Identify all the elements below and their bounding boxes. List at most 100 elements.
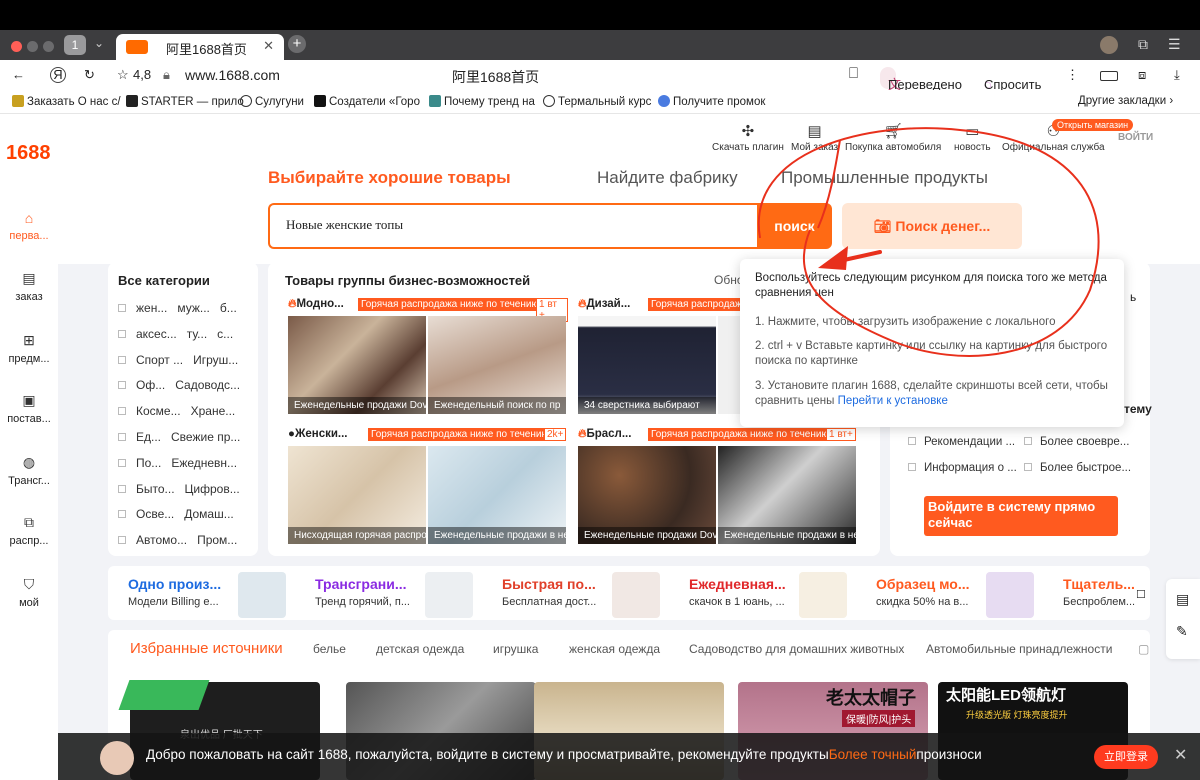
sidebar-item-distribution[interactable]: ⧉ распр... xyxy=(0,514,58,547)
reload-icon[interactable]: ↻ xyxy=(84,67,95,83)
category-link[interactable]: б... xyxy=(220,301,237,315)
bookmark-item[interactable]: Заказать О нас с/ xyxy=(12,95,121,108)
category-link[interactable]: Быто... xyxy=(136,482,175,496)
category-link[interactable]: жен... xyxy=(136,301,167,315)
business-card[interactable]: ●Женски... Горячая распродажа ниже по те… xyxy=(288,428,568,558)
source-category[interactable]: игрушка xyxy=(493,642,538,656)
category-link[interactable]: Садоводс... xyxy=(175,378,240,392)
star-icon[interactable]: ☆ xyxy=(117,67,129,83)
sidebar-item-crossborder[interactable]: ◍ Трансг... xyxy=(0,454,58,487)
close-icon[interactable]: ✕ xyxy=(1174,745,1187,765)
image-search-button[interactable]: 📷︎ Поиск денег... xyxy=(842,203,1022,249)
category-row[interactable]: По... Ежедневн... xyxy=(118,456,247,470)
promo-item[interactable]: Быстрая по... Бесплатная дост... xyxy=(502,572,682,618)
category-link[interactable]: Домаш... xyxy=(184,507,234,521)
car-purchase-link[interactable]: 🛒︎ Покупка автомобиля xyxy=(845,122,941,153)
category-row[interactable]: Быто... Цифров... xyxy=(118,482,250,496)
category-link[interactable]: муж... xyxy=(177,301,210,315)
url-field[interactable]: www.1688.com xyxy=(185,67,280,83)
download-plugin-link[interactable]: ✣ Скачать плагин xyxy=(712,122,784,153)
source-category[interactable]: Автомобильные принадлежности xyxy=(926,642,1112,656)
sidebar-item-order[interactable]: ▤ заказ xyxy=(0,270,58,303)
document-icon[interactable]: ▤ xyxy=(1176,591,1189,608)
category-link[interactable]: Оф... xyxy=(136,378,165,392)
open-shop-badge[interactable]: Открыть магазин xyxy=(1052,119,1134,131)
bookmark-item[interactable]: Почему тренд на xyxy=(429,95,535,108)
category-link[interactable]: По... xyxy=(136,456,161,470)
category-link[interactable]: Цифров... xyxy=(185,482,240,496)
panel-item[interactable]: Более своевре... xyxy=(1024,436,1129,448)
extensions-icon[interactable]: ⧉ xyxy=(1138,36,1148,53)
category-link[interactable]: Осве... xyxy=(136,507,174,521)
bookmark-item[interactable]: STARTER — прило xyxy=(126,95,244,108)
translated-button[interactable]: 文 Переведено xyxy=(880,67,962,92)
popup-step[interactable]: 1. Нажмите, чтобы загрузить изображение … xyxy=(755,315,1115,330)
active-tab[interactable]: 阿里1688首页 ✕ xyxy=(116,34,284,60)
sidebar-item-home[interactable]: ⌂ перва... xyxy=(0,210,58,242)
category-link[interactable]: Ежедневн... xyxy=(171,456,237,470)
back-arrow-icon[interactable]: ← xyxy=(12,67,25,82)
source-category[interactable]: Садоводство для домашних животных xyxy=(689,642,904,656)
category-link[interactable]: аксес... xyxy=(136,327,177,341)
maximize-window-button[interactable] xyxy=(43,41,54,52)
category-link[interactable]: Игруш... xyxy=(193,353,238,367)
more-options-icon[interactable]: ⋮ xyxy=(1066,67,1079,83)
yandex-icon[interactable]: Я xyxy=(50,67,66,83)
download-icon[interactable]: ⤓ xyxy=(1174,67,1180,83)
menu-icon[interactable]: ☰ xyxy=(1168,36,1181,53)
promo-item[interactable]: Образец мо... скидка 50% на в... xyxy=(876,572,1056,618)
promo-item[interactable]: Трансграни... Тренд горячий, п... xyxy=(315,572,495,618)
chevron-down-icon[interactable]: ⌄ xyxy=(94,36,104,50)
search-input[interactable] xyxy=(286,217,726,233)
promo-item[interactable]: Одно произ... Модели Billing e... xyxy=(128,572,308,618)
minimize-window-button[interactable] xyxy=(27,41,38,52)
category-link[interactable]: Пром... xyxy=(197,533,237,547)
promo-item[interactable]: Ежедневная... скачок в 1 юань, ... xyxy=(689,572,869,618)
business-card[interactable]: 🔥︎Модно... Горячая распродажа ниже по те… xyxy=(288,298,568,428)
category-row[interactable]: Автомо... Пром... xyxy=(118,533,247,547)
category-link[interactable]: ту... xyxy=(187,327,207,341)
install-link[interactable]: Перейти к установке xyxy=(838,395,948,407)
tab-choose-goods[interactable]: Выбирайте хорошие товары xyxy=(268,168,511,188)
business-card[interactable]: 🔥︎Брасл... Горячая распродажа ниже по те… xyxy=(578,428,858,558)
search-button[interactable]: поиск xyxy=(757,203,832,249)
category-link[interactable]: Косме... xyxy=(136,404,181,418)
category-link[interactable]: Спорт ... xyxy=(136,353,183,367)
category-row[interactable]: Оф... Садоводс... xyxy=(118,378,250,392)
other-bookmarks[interactable]: Другие закладки › xyxy=(1078,95,1173,107)
bookmark-item[interactable]: Сулугуни xyxy=(240,95,304,108)
panel-item[interactable]: Более быстрое... xyxy=(1024,462,1131,474)
panel-item[interactable]: Рекомендации ... xyxy=(908,436,1015,448)
category-row[interactable]: Осве... Домаш... xyxy=(118,507,244,521)
login-now-button[interactable]: Войдите в систему прямо сейчас xyxy=(924,496,1118,536)
my-order-link[interactable]: ▤ Мой заказ xyxy=(791,122,838,153)
ask-button[interactable]: ◌ Спросить xyxy=(976,67,1041,92)
category-link[interactable]: Хране... xyxy=(191,404,236,418)
category-row[interactable]: Спорт ... Игруш... xyxy=(118,353,248,367)
source-category[interactable]: женская одежда xyxy=(569,642,660,656)
checkbox-icon[interactable]: ☐ xyxy=(1136,588,1146,601)
source-category[interactable]: белье xyxy=(313,642,346,656)
news-link[interactable]: ▭ новость xyxy=(954,122,991,153)
category-row[interactable]: Ед... Свежие пр... xyxy=(118,430,250,444)
category-link[interactable]: Ед... xyxy=(136,430,161,444)
tab-find-factory[interactable]: Найдите фабрику xyxy=(597,168,738,188)
site-logo[interactable]: 1688 xyxy=(6,142,51,165)
bookmark-item[interactable]: Создатели «Горо xyxy=(314,95,420,108)
tab-count-badge[interactable]: 1 xyxy=(64,35,86,55)
close-window-button[interactable] xyxy=(11,41,22,52)
category-link[interactable]: Свежие пр... xyxy=(171,430,240,444)
sidebar-item-products[interactable]: ⊞ предм... xyxy=(0,332,58,365)
category-row[interactable]: жен... муж... б... xyxy=(118,301,247,315)
reader-icon[interactable]: ⧈ xyxy=(1138,67,1146,83)
pen-icon[interactable]: ✎ xyxy=(1176,623,1188,640)
category-link[interactable]: Автомо... xyxy=(136,533,187,547)
profile-avatar[interactable] xyxy=(1100,36,1118,54)
login-link[interactable]: ВОЙТИ xyxy=(1118,132,1153,143)
bookmark-item[interactable]: Получите промок xyxy=(658,95,765,108)
sidebar-item-suppliers[interactable]: ▣ постав... xyxy=(0,392,58,425)
category-row[interactable]: Косме... Хране... xyxy=(118,404,245,418)
new-tab-button[interactable]: + xyxy=(288,35,306,53)
more-icon[interactable]: ▢ xyxy=(1138,642,1149,656)
category-row[interactable]: аксес... ту... с... xyxy=(118,327,243,341)
